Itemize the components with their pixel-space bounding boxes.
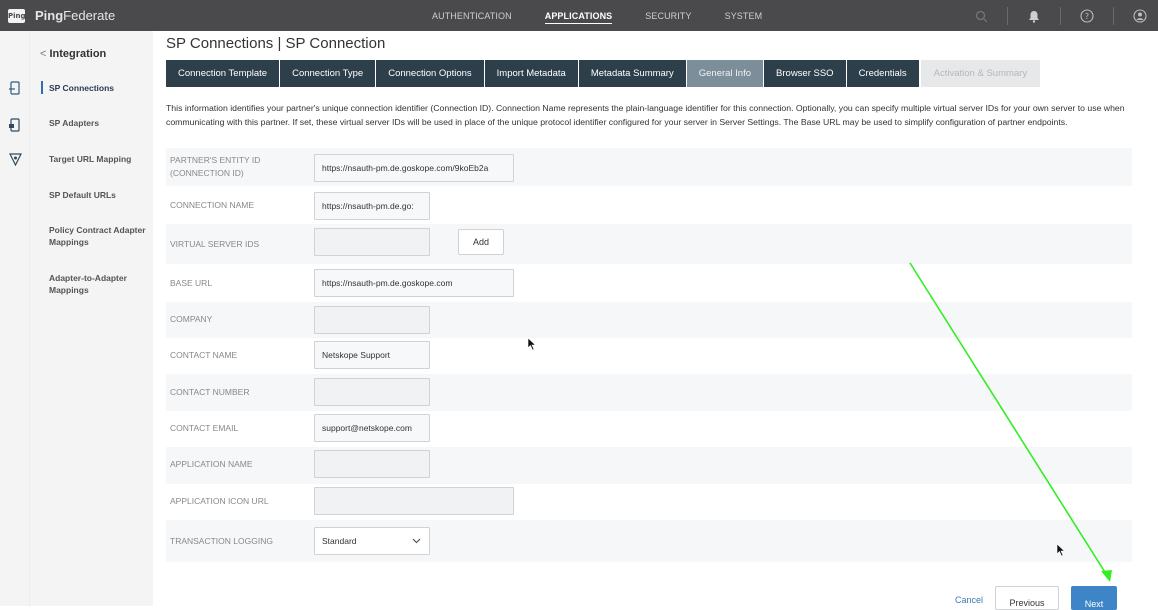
mouse-cursor-icon <box>1056 543 1066 557</box>
annotation-arrow <box>909 262 1112 582</box>
mouse-cursor-icon <box>527 337 537 351</box>
